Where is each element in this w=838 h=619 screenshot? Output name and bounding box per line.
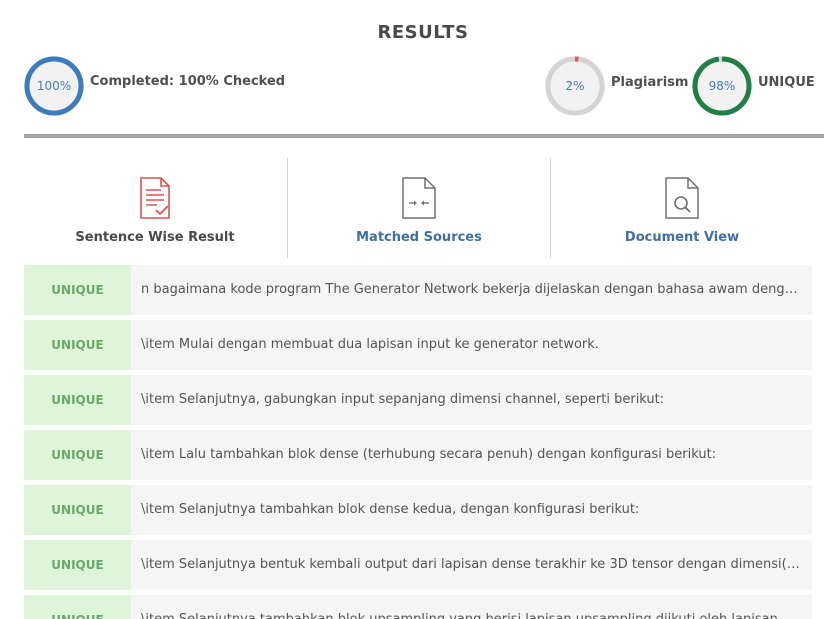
document-search-icon [662, 176, 702, 220]
completed-label: Completed: 100% Checked [90, 74, 286, 89]
status-badge: UNIQUE [24, 595, 131, 619]
status-badge: UNIQUE [24, 485, 131, 535]
tab-matched-sources[interactable]: Matched Sources [288, 158, 550, 258]
sentence-text: \item Mulai dengan membuat dua lapisan i… [141, 337, 599, 352]
unique-progress-ring: 98% [692, 56, 752, 116]
sentence-text: \item Selanjutnya tambahkan blok upsampl… [141, 595, 801, 619]
unique-percent: 98% [708, 79, 736, 93]
sentence-text: \item Selanjutnya, gabungkan input sepan… [141, 392, 665, 407]
result-row[interactable]: UNIQUE \item Selanjutnya tambahkan blok … [24, 485, 812, 535]
compare-document-icon [399, 176, 439, 220]
completed-percent: 100% [36, 79, 72, 93]
status-badge: UNIQUE [24, 320, 131, 370]
section-divider [24, 134, 824, 138]
completed-progress-ring: 100% [24, 56, 84, 116]
status-badge: UNIQUE [24, 430, 131, 480]
result-row[interactable]: UNIQUE \item Selanjutnya tambahkan blok … [24, 595, 812, 619]
status-badge: UNIQUE [24, 375, 131, 425]
tab-label: Sentence Wise Result [75, 230, 235, 245]
plagiarism-label: Plagiarism [611, 75, 689, 90]
tab-label: Matched Sources [356, 230, 482, 245]
result-row[interactable]: UNIQUE \item Selanjutnya bentuk kembali … [24, 540, 812, 590]
result-row[interactable]: UNIQUE \item Selanjutnya, gabungkan inpu… [24, 375, 812, 425]
sentence-text: \item Selanjutnya bentuk kembali output … [141, 557, 801, 572]
sentence-text: \item Selanjutnya tambahkan blok dense k… [141, 502, 640, 517]
sentence-text: n bagaimana kode program The Generator N… [141, 282, 801, 297]
tab-sentence-wise-result[interactable]: Sentence Wise Result [24, 158, 286, 258]
status-badge: UNIQUE [24, 540, 131, 590]
result-row[interactable]: UNIQUE n bagaimana kode program The Gene… [24, 265, 812, 315]
result-row[interactable]: UNIQUE \item Lalu tambahkan blok dense (… [24, 430, 812, 480]
status-badge: UNIQUE [24, 265, 131, 315]
plagiarism-progress-ring: 2% [545, 56, 605, 116]
result-row[interactable]: UNIQUE \item Mulai dengan membuat dua la… [24, 320, 812, 370]
unique-label: UNIQUE [758, 75, 815, 90]
tab-label: Document View [624, 230, 740, 245]
sentence-text: \item Lalu tambahkan blok dense (terhubu… [141, 447, 717, 462]
plagiarism-percent: 2% [565, 79, 585, 93]
tab-document-view[interactable]: Document View [551, 158, 813, 258]
page-title: RESULTS [377, 22, 469, 43]
results-page: RESULTS 100% Completed: 100% Checked 2% … [0, 0, 838, 619]
document-check-icon [135, 176, 175, 220]
